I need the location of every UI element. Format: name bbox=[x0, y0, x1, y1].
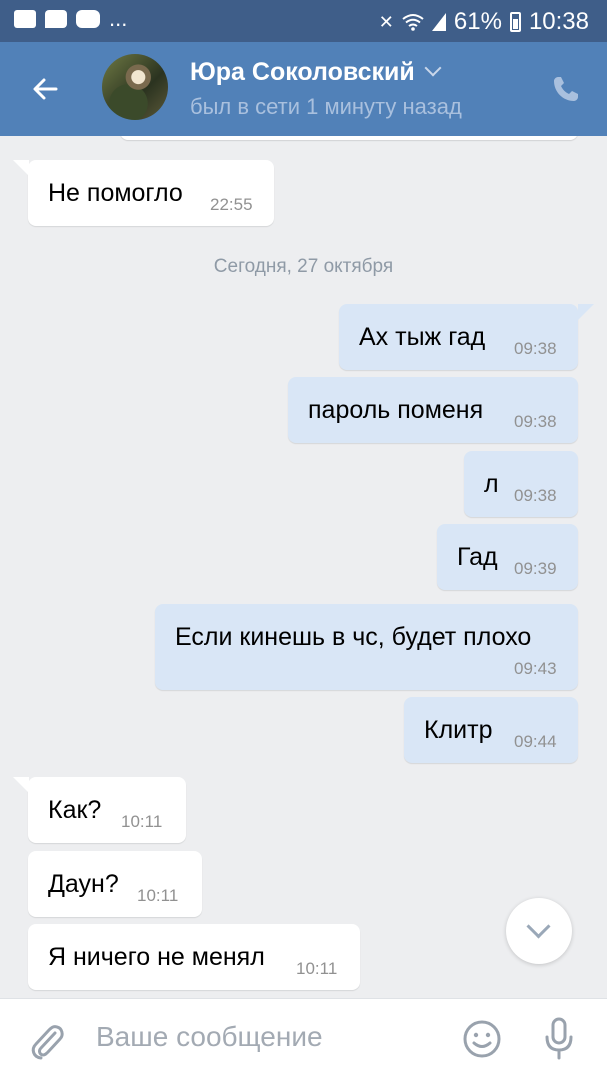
youtube-icon bbox=[76, 10, 100, 28]
system-icons: ✕ 61% 10:38 bbox=[379, 8, 589, 36]
battery-icon bbox=[509, 12, 521, 32]
wifi-icon bbox=[402, 14, 424, 31]
message-input-bar bbox=[0, 998, 607, 1081]
message-bubble-outgoing[interactable]: Ах тыж гад 09:38 bbox=[339, 304, 578, 370]
message-bubble-incoming[interactable]: Как? 10:11 bbox=[28, 777, 186, 843]
status-bar: ... ✕ 61% 10:38 bbox=[0, 0, 607, 42]
notification-icons: ... bbox=[14, 6, 128, 31]
message-time: 10:11 bbox=[296, 959, 338, 978]
message-bubble-outgoing[interactable]: Если кинешь в чс, будет плохо 09:43 bbox=[155, 604, 578, 690]
bubble-tail bbox=[13, 777, 29, 793]
message-time: 10:11 bbox=[121, 812, 163, 831]
message-bubble-outgoing[interactable]: л 09:38 bbox=[464, 451, 578, 517]
message-time: 22:55 bbox=[210, 195, 253, 214]
message-text: Ах тыж гад bbox=[359, 323, 486, 351]
back-arrow-icon[interactable] bbox=[26, 69, 66, 109]
message-bubble-incoming[interactable]: Я ничего не менял 10:11 bbox=[28, 924, 360, 990]
message-text: Я ничего не менял bbox=[48, 943, 265, 971]
message-bubble-incoming[interactable]: Не помогло 22:55 bbox=[28, 160, 274, 226]
message-bubble-incoming[interactable]: Даун? 10:11 bbox=[28, 851, 202, 917]
clock: 10:38 bbox=[528, 8, 589, 35]
message-time: 09:38 bbox=[514, 486, 557, 505]
phone-icon[interactable] bbox=[551, 74, 581, 104]
message-text: Даун? bbox=[48, 870, 119, 898]
message-bubble-outgoing[interactable]: Клитр 09:44 bbox=[404, 697, 578, 763]
more-notifications: ... bbox=[109, 6, 128, 31]
message-time: 09:38 bbox=[514, 412, 557, 431]
message-text: Как? bbox=[48, 796, 102, 824]
message-bubble-outgoing[interactable]: Гад 09:39 bbox=[437, 524, 578, 590]
image-icon bbox=[14, 10, 36, 28]
battery-percent: 61% bbox=[453, 8, 502, 35]
message-input[interactable] bbox=[96, 1021, 446, 1053]
date-separator: Сегодня, 27 октября bbox=[213, 256, 394, 277]
message-time: 09:43 bbox=[514, 659, 557, 678]
mute-icon: ✕ bbox=[378, 11, 394, 32]
previous-message-bubble bbox=[120, 136, 578, 140]
message-time: 10:11 bbox=[137, 886, 179, 905]
message-bubble-outgoing[interactable]: пароль поменя 09:38 bbox=[288, 377, 578, 443]
avatar[interactable] bbox=[102, 54, 168, 120]
message-text: Не помогло bbox=[48, 179, 183, 207]
contact-name-text: Юра Соколовский bbox=[190, 58, 415, 86]
scroll-down-icon bbox=[526, 914, 551, 939]
last-seen-status: был в сети 1 минуту назад bbox=[190, 94, 462, 119]
message-text: Гад bbox=[457, 543, 498, 571]
message-text: Если кинешь в чс, будет плохо bbox=[175, 623, 532, 651]
chat-icon bbox=[45, 10, 67, 28]
chat-header: Юра Соколовский был в сети 1 минуту наза… bbox=[0, 42, 607, 136]
message-time: 09:39 bbox=[514, 559, 557, 578]
microphone-icon[interactable] bbox=[543, 1017, 575, 1061]
contact-name[interactable]: Юра Соколовский bbox=[190, 58, 442, 87]
message-text: Клитр bbox=[424, 716, 493, 744]
attach-icon[interactable] bbox=[28, 1021, 66, 1061]
message-list[interactable]: Не помогло 22:55 Сегодня, 27 октября Ах … bbox=[0, 136, 607, 998]
message-time: 09:44 bbox=[514, 732, 557, 751]
bubble-tail bbox=[578, 304, 594, 320]
emoji-icon[interactable] bbox=[462, 1019, 502, 1059]
message-text: пароль поменя bbox=[308, 396, 484, 424]
signal-icon bbox=[431, 13, 446, 31]
chevron-down-icon bbox=[424, 59, 442, 77]
message-text: л bbox=[484, 470, 499, 498]
bubble-tail bbox=[13, 160, 29, 176]
scroll-down-button[interactable] bbox=[506, 898, 572, 964]
message-time: 09:38 bbox=[514, 339, 557, 358]
